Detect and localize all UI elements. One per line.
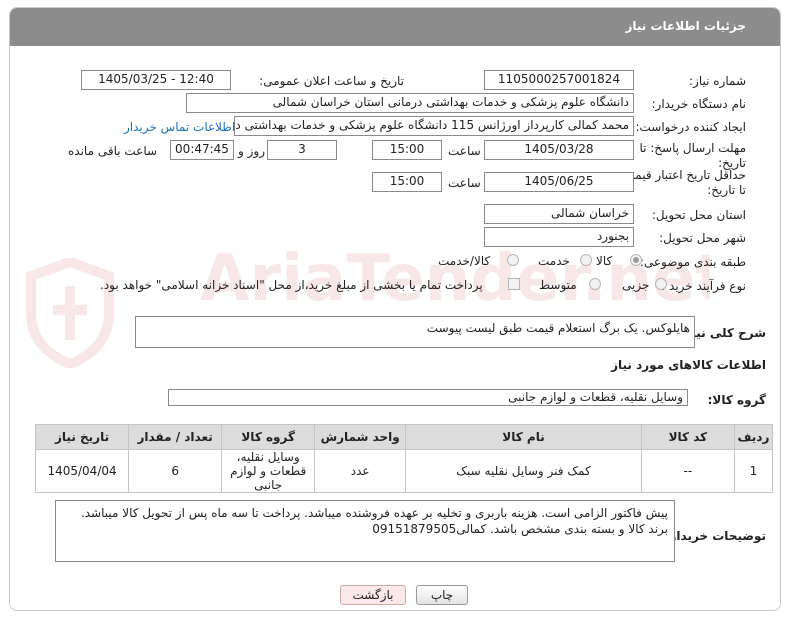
announce-label: تاریخ و ساعت اعلان عمومی: [259, 74, 404, 88]
province-field[interactable]: خراسان شمالی [484, 204, 634, 224]
treasury-payment-checkbox[interactable] [508, 278, 520, 290]
buyer-notes-label: توضیحات خریدار: [664, 529, 766, 543]
need-number-label: شماره نیاز: [689, 74, 746, 88]
days-remaining-field[interactable]: 3 [267, 140, 337, 160]
cell-name: کمک فنر وسایل نقلیه سبک [405, 449, 642, 493]
col-qty: تعداد / مقدار [128, 424, 223, 450]
process-option-medium: متوسط [539, 278, 577, 292]
category-radio-goods-service[interactable] [507, 254, 519, 266]
price-validity-label-2: تا تاریخ: [707, 183, 746, 197]
buyer-org-label: نام دستگاه خریدار: [651, 97, 747, 111]
city-label: شهر محل تحویل: [659, 231, 746, 245]
cell-qty: 6 [128, 449, 223, 493]
cell-row: 1 [733, 449, 774, 493]
details-panel: جزئیات اطلاعات نیاز AriaTender.net شماره… [9, 7, 781, 611]
table-row[interactable]: 1 -- کمک فنر وسایل نقلیه سبک عدد وسایل ن… [34, 449, 774, 493]
validity-time-label: ساعت [448, 176, 481, 190]
goods-group-field[interactable]: وسایل نقلیه، قطعات و لوازم جانبی [168, 389, 688, 406]
reply-time-label: ساعت [448, 144, 481, 158]
treasury-payment-note: پرداخت تمام یا بخشی از مبلغ خرید،از محل … [100, 278, 483, 292]
reply-time-field[interactable]: 15:00 [372, 140, 442, 160]
col-unit: واحد شمارش [314, 424, 407, 450]
col-code: کد کالا [640, 424, 735, 450]
buyer-org-field[interactable]: دانشگاه علوم پزشکی و خدمات بهداشتی درمان… [186, 93, 634, 113]
requester-label: ایجاد کننده درخواست: [635, 120, 746, 134]
remaining-time-label: ساعت باقی مانده [68, 144, 158, 158]
cell-code: -- [640, 449, 735, 493]
announce-datetime-field[interactable]: 1405/03/25 - 12:40 [81, 70, 231, 90]
process-radio-partial[interactable] [655, 278, 667, 290]
cell-date: 1405/04/04 [34, 449, 130, 493]
category-label: طبقه بندی موضوعی: [639, 255, 746, 269]
panel-title: جزئیات اطلاعات نیاز [625, 19, 746, 33]
buyer-notes-textarea[interactable]: پیش فاکتور الزامی است. هزینه باربری و تخ… [55, 500, 675, 562]
reply-date-field[interactable]: 1405/03/28 [484, 140, 634, 160]
category-option-goods-service: کالا/خدمت [438, 254, 491, 268]
goods-table: ردیف کد کالا نام کالا واحد شمارش گروه کا… [34, 424, 774, 493]
process-radio-medium[interactable] [589, 278, 601, 290]
validity-time-field[interactable]: 15:00 [372, 172, 442, 192]
category-radio-goods[interactable] [630, 254, 642, 266]
reply-deadline-label: مهلت ارسال پاسخ: تا [639, 141, 746, 155]
goods-group-label: گروه کالا: [707, 393, 766, 407]
description-textarea[interactable]: هایلوکس. یک برگ استعلام قیمت طبق لیست پی… [135, 316, 695, 348]
days-label: روز و [238, 144, 265, 158]
process-option-partial: جزیی [622, 278, 650, 292]
requester-field[interactable]: محمد کمالی کارپرداز اورژانس 115 دانشگاه … [234, 116, 634, 136]
back-button[interactable]: بازگشت [340, 585, 406, 605]
goods-table-header: ردیف کد کالا نام کالا واحد شمارش گروه کا… [34, 424, 774, 450]
price-validity-label: حداقل تاریخ اعتبار قیمت: [619, 168, 746, 182]
category-radio-service[interactable] [580, 254, 592, 266]
need-number-field[interactable]: 1105000257001824 [484, 70, 634, 90]
remaining-time-field[interactable]: 00:47:45 [170, 140, 234, 160]
panel-header: جزئیات اطلاعات نیاز [10, 8, 780, 46]
watermark-shield-icon [26, 258, 114, 368]
col-date: تاریخ نیاز [34, 424, 130, 450]
goods-section-title: اطلاعات کالاهای مورد نیاز [611, 358, 766, 372]
buyer-contact-link[interactable]: اطلاعات تماس خریدار [124, 120, 235, 134]
category-option-goods: کالا [596, 254, 613, 268]
col-group: گروه کالا [221, 424, 316, 450]
col-name: نام کالا [405, 424, 642, 450]
process-label: نوع فرآیند خرید : [661, 279, 746, 293]
print-button[interactable]: چاپ [416, 585, 468, 605]
cell-group: وسایل نقلیه، قطعات و لوازم جانبی [221, 449, 316, 493]
city-field[interactable]: بجنورد [484, 227, 634, 247]
cell-unit: عدد [314, 449, 407, 493]
category-option-service: خدمت [538, 254, 570, 268]
col-row: ردیف [733, 424, 774, 450]
validity-date-field[interactable]: 1405/06/25 [484, 172, 634, 192]
province-label: استان محل تحویل: [651, 208, 746, 222]
